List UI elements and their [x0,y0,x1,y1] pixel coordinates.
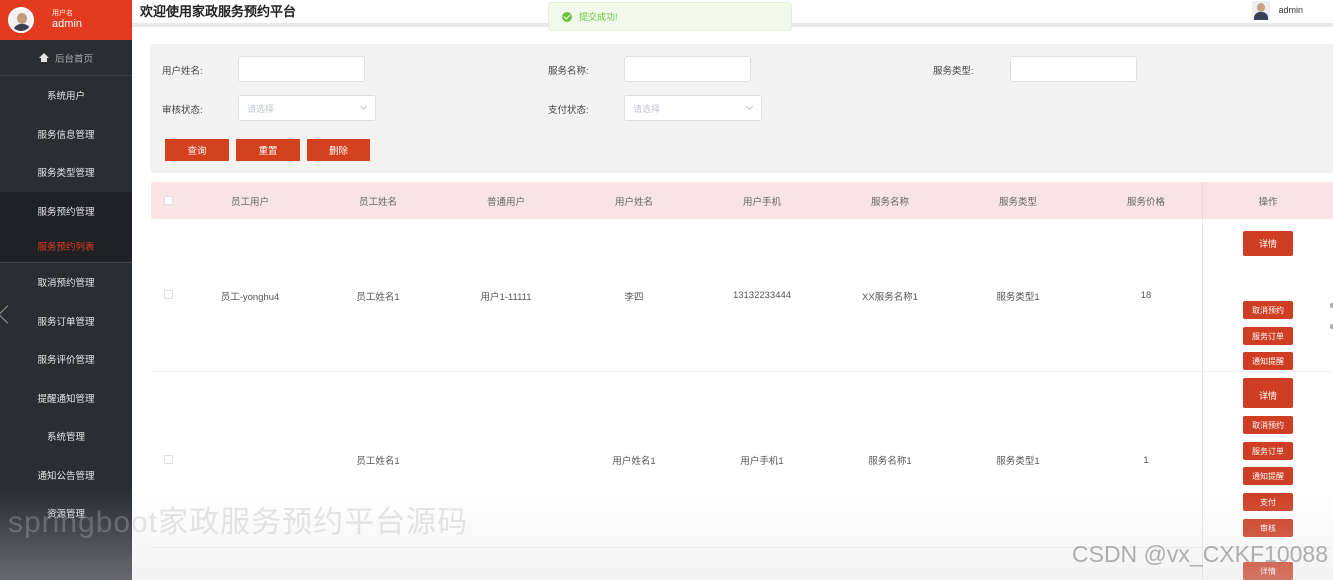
header-user[interactable]: admin [1252,0,1303,20]
review-status-placeholder: 请选择 [247,103,275,114]
sidebar-item-service-orders[interactable]: 服务订单管理 [0,302,132,341]
col-service-type: 服务类型 [998,196,1037,208]
review-button[interactable]: 审核 [1243,519,1293,537]
cancel-reservation-button[interactable]: 取消预约 [1243,416,1293,434]
review-status-label: 审核状态: [162,105,203,116]
check-circle-icon [562,11,572,22]
notify-button[interactable]: 通知提醒 [1243,467,1293,485]
service-order-button[interactable]: 服务订单 [1243,442,1293,460]
header-username[interactable]: admin [1278,5,1303,15]
cell-service-price: 1 [1143,454,1149,466]
service-type-label: 服务类型: [933,66,974,77]
search-panel: 用户姓名: 服务名称: 服务类型: 审核状态: 请选择 支付状态: 请选择 查询… [150,44,1333,173]
cell-service-name: XX服务名称1 [862,291,918,303]
table-row: 员工-yonghu4 员工姓名1 用户1-11111 李四 1313223344… [151,219,1333,396]
cell-service-type: 服务类型1 [996,456,1040,467]
service-order-button[interactable]: 服务订单 [1243,327,1293,345]
sidebar-menu: 后台首页 系统用户 服务信息管理 服务类型管理 服务预约管理 服务预约列表 取消… [0,40,132,533]
cell-user: 用户1-11111 [480,291,532,303]
user-name-label: 用户姓名: [162,66,203,77]
sidebar-item-announcements[interactable]: 通知公告管理 [0,456,132,495]
service-type-input[interactable] [1010,56,1137,82]
col-user-phone: 用户手机 [742,196,781,208]
pay-status-select[interactable]: 请选择 [624,95,762,121]
detail-button[interactable]: 详情 [1243,383,1293,408]
home-icon [38,53,49,62]
col-employee-user: 员工用户 [230,196,269,208]
user-name: admin [52,18,82,30]
delete-button[interactable]: 删除 [307,139,370,161]
col-user-name: 用户姓名 [614,196,653,208]
row-checkbox[interactable] [164,455,173,464]
success-toast: 提交成功! [548,2,792,31]
sidebar-item-reservation-list[interactable]: 服务预约列表 [0,230,132,263]
user-name-input[interactable] [238,56,365,82]
query-button[interactable]: 查询 [165,139,229,161]
sidebar-item-system-users[interactable]: 系统用户 [0,76,132,115]
col-service-price: 服务价格 [1126,196,1165,208]
cell-service-type: 服务类型1 [996,291,1040,303]
avatar[interactable] [8,7,34,33]
cell-employee-user: 员工-yonghu4 [220,291,280,303]
sidebar-item-service-info[interactable]: 服务信息管理 [0,115,132,154]
chevron-down-icon [359,102,368,111]
review-status-select[interactable]: 请选择 [238,95,376,121]
sidebar-item-cancel-reservation[interactable]: 取消预约管理 [0,263,132,302]
col-user: 普通用户 [486,196,525,208]
sidebar: 用户名 admin 后台首页 系统用户 服务信息管理 服务类型管理 服务预约管理… [0,0,132,580]
col-service-name: 服务名称 [870,196,909,208]
notify-button[interactable]: 通知提醒 [1243,352,1293,370]
header-avatar[interactable] [1252,0,1271,20]
sidebar-item-home[interactable]: 后台首页 [0,40,132,76]
cell-user-phone: 13132233444 [732,290,792,301]
sidebar-item-service-type[interactable]: 服务类型管理 [0,153,132,192]
pay-status-placeholder: 请选择 [633,103,661,114]
table-header: 员工用户 员工姓名 普通用户 用户姓名 用户手机 服务名称 服务类型 服务价格 … [151,182,1333,219]
watermark-text: springboot家政服务预约平台源码 [8,506,469,539]
csdn-watermark: CSDN @vx_CXKF10088 [1072,541,1328,567]
cell-employee-name: 员工姓名1 [356,291,400,303]
pay-status-label: 支付状态: [548,105,589,116]
cancel-reservation-button[interactable]: 取消预约 [1243,301,1293,319]
pay-button[interactable]: 支付 [1243,493,1293,511]
toast-message: 提交成功! [579,12,618,22]
service-name-label: 服务名称: [548,66,589,77]
col-employee-name: 员工姓名 [358,196,397,208]
collapse-arrow-icon[interactable] [0,302,10,330]
sidebar-item-system[interactable]: 系统管理 [0,417,132,456]
sidebar-item-notifications[interactable]: 提醒通知管理 [0,379,132,418]
page-title: 欢迎使用家政服务预约平台 [140,4,297,19]
sidebar-item-label: 后台首页 [54,53,93,65]
sidebar-item-service-reviews[interactable]: 服务评价管理 [0,340,132,379]
col-actions: 操作 [1202,182,1333,219]
cell-user-phone: 用户手机1 [740,456,784,467]
chevron-down-icon [745,102,754,111]
cell-service-name: 服务名称1 [868,456,912,467]
cell-user-name: 用户姓名1 [612,456,656,467]
cell-user-name: 李四 [624,291,644,303]
service-name-input[interactable] [624,56,751,82]
row-checkbox[interactable] [164,290,173,299]
select-all-checkbox[interactable] [164,196,173,205]
detail-button[interactable]: 详情 [1243,231,1293,256]
actions-cell: 详情 取消预约 服务订单 通知提醒 支付 审核 [1202,372,1333,548]
sidebar-item-reservation[interactable]: 服务预约管理 [0,191,132,230]
sidebar-user-panel: 用户名 admin [0,0,132,40]
actions-cell: 详情 取消预约 服务订单 通知提醒 审核 [1202,219,1333,396]
user-label: 用户名 [52,10,73,17]
cell-service-price: 18 [1140,290,1152,301]
reset-button[interactable]: 重置 [236,139,300,161]
